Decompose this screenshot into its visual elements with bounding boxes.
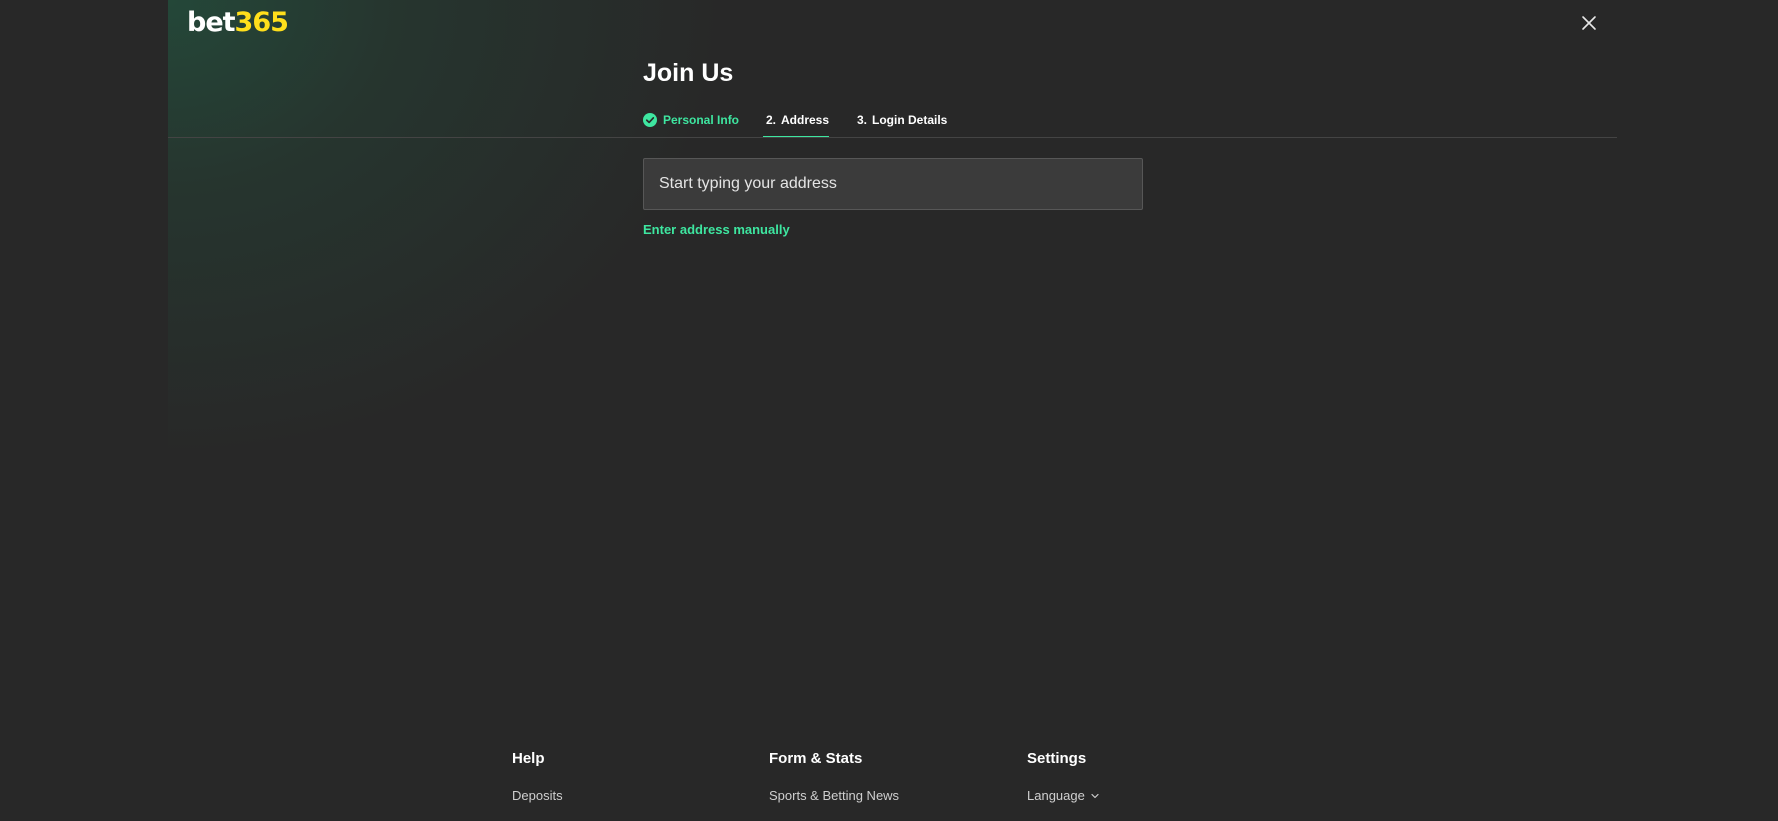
step-address[interactable]: 2. Address: [763, 108, 830, 138]
join-panel: bet365 Join Us Personal Info 2. Address: [168, 0, 1617, 821]
footer-link-deposits-label: Deposits: [512, 788, 563, 803]
footer-link-sports-betting-news[interactable]: Sports & Betting News: [769, 787, 899, 805]
logo-text-bet: bet: [187, 7, 236, 38]
step-personal-info-label: Personal Info: [663, 113, 740, 127]
logo-text-365: 365: [234, 7, 289, 38]
footer-link-sports-betting-news-label: Sports & Betting News: [769, 788, 900, 803]
footer-column-settings: Settings Language: [1027, 748, 1247, 805]
footer-column-help: Help Deposits: [512, 748, 732, 805]
close-button[interactable]: [1576, 10, 1602, 36]
step-address-label: Address: [781, 113, 830, 127]
step-login-details-label: Login Details: [872, 113, 948, 127]
step-login-details-number: 3.: [857, 113, 868, 127]
check-circle-icon: [643, 113, 657, 127]
address-search-input[interactable]: [643, 158, 1143, 210]
close-icon: [1582, 16, 1596, 30]
footer-link-deposits[interactable]: Deposits: [512, 787, 563, 805]
page-title: Join Us: [643, 59, 734, 87]
enter-address-manually-link[interactable]: Enter address manually: [643, 221, 790, 239]
bet365-logo[interactable]: bet365: [187, 6, 289, 40]
footer-column-form-stats: Form & Stats Sports & Betting News: [769, 748, 989, 805]
footer-link-language-label: Language: [1027, 788, 1085, 803]
step-tabs: Personal Info 2. Address: [643, 108, 1043, 138]
footer-heading-help: Help: [512, 750, 545, 767]
chevron-down-icon: [1091, 793, 1099, 799]
footer-heading-form-stats: Form & Stats: [769, 750, 863, 767]
header-divider: [168, 137, 1617, 138]
step-address-number: 2.: [766, 113, 777, 127]
step-login-details[interactable]: 3. Login Details: [857, 108, 947, 138]
footer-heading-settings: Settings: [1027, 750, 1087, 767]
footer-link-language[interactable]: Language: [1027, 787, 1100, 805]
page: bet365 Join Us Personal Info 2. Address: [0, 0, 1778, 821]
